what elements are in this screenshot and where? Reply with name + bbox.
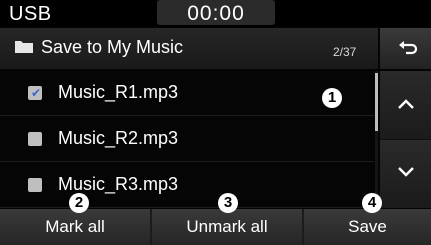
file-name: Music_R1.mp3 — [58, 82, 179, 102]
scrollbar[interactable] — [375, 71, 378, 208]
list-item[interactable]: ✔ Music_R1.mp3 — [0, 71, 374, 116]
save-label: Save — [348, 217, 387, 236]
checkbox[interactable] — [28, 178, 42, 192]
checkbox[interactable] — [28, 132, 42, 146]
mark-all-label: Mark all — [45, 217, 105, 236]
unmark-all-label: Unmark all — [186, 217, 268, 236]
file-name: Music_R2.mp3 — [58, 128, 179, 148]
callout-marker-2: 2 — [69, 193, 89, 213]
callout-marker-4: 4 — [362, 193, 382, 213]
back-arrow-icon — [399, 41, 418, 55]
page-count: 2/37 — [333, 45, 357, 59]
check-icon: ✔ — [31, 86, 42, 100]
chevron-up-icon — [398, 99, 414, 109]
file-list: ✔ Music_R1.mp3 Music_R2.mp3 Music_R3.mp3 — [0, 71, 374, 208]
page-title: Save to My Music — [41, 37, 184, 57]
screen: USB 00:00 Save to My Music 2/37 ✔ Music_… — [0, 0, 431, 245]
scroll-thumb[interactable] — [375, 73, 378, 131]
clock: 00:00 — [187, 2, 245, 25]
file-name: Music_R3.mp3 — [58, 174, 179, 194]
checkbox-checked[interactable]: ✔ — [28, 86, 42, 100]
list-item[interactable]: Music_R2.mp3 — [0, 117, 374, 162]
callout-marker-1: 1 — [322, 88, 342, 108]
list-item[interactable]: Music_R3.mp3 — [0, 163, 374, 208]
callout-marker-3: 3 — [218, 193, 238, 213]
source-label: USB — [9, 3, 52, 25]
chevron-down-icon — [398, 167, 414, 177]
folder-icon — [15, 41, 33, 53]
